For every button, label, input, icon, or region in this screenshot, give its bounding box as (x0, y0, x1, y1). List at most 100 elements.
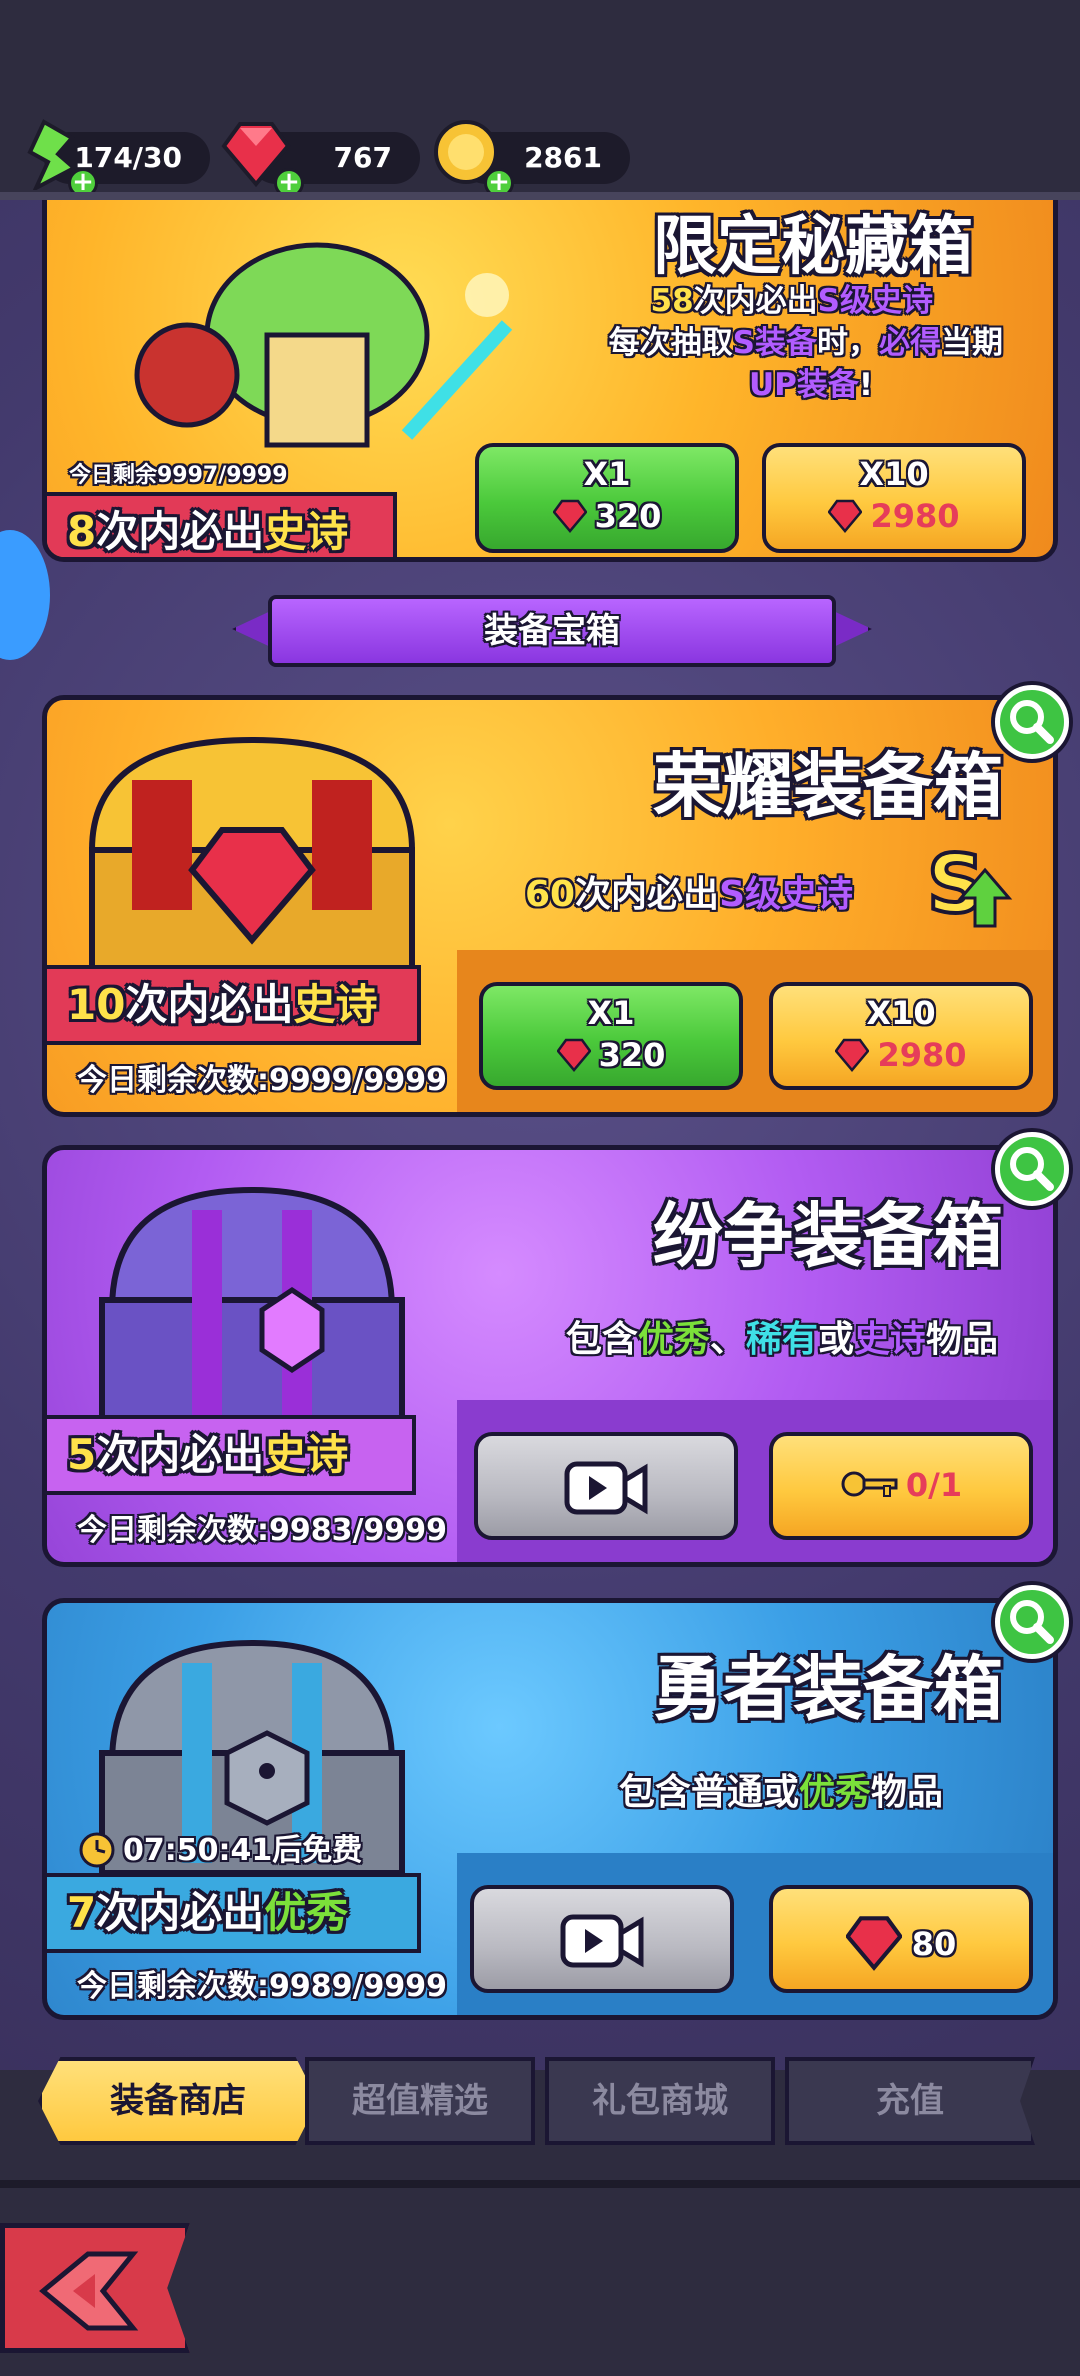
ruby-icon (835, 1038, 870, 1072)
strife-desc-hl1: 优秀 (637, 1319, 710, 1360)
brave-price: 80 (773, 1915, 1029, 1971)
tab-gift-mall-label: 礼包商城 (592, 2081, 728, 2121)
strife-desc-hl2: 稀有 (745, 1319, 818, 1360)
limited-line1-mid: 次内必出 (693, 283, 818, 319)
glory-ribbon-hl: 史诗 (293, 980, 378, 1029)
limited-ribbon-num: 8 (67, 507, 97, 556)
brave-desc-a: 包含 (618, 1772, 691, 1813)
brave-info-search-icon[interactable] (995, 1585, 1069, 1659)
brave-chest-desc: 包含普通或优秀物品 (619, 1763, 943, 1815)
limited-line3-hl: UP装备 (748, 367, 859, 403)
side-float-button[interactable] (0, 530, 50, 660)
glory-draw-x1-button[interactable]: X1 320 (479, 982, 743, 1090)
limited-x10-price: 2980 (766, 497, 1022, 535)
strife-chest-card: 纷争装备箱 包含优秀、稀有或史诗物品 5次内必出史诗 今日剩余次数:9983/9… (42, 1145, 1058, 1567)
strife-info-search-icon[interactable] (995, 1132, 1069, 1206)
strife-watch-ad-button[interactable] (474, 1432, 738, 1540)
brave-watch-ad-button[interactable] (470, 1885, 734, 1993)
strife-chest-desc: 包含优秀、稀有或史诗物品 (566, 1310, 998, 1362)
limited-ribbon-mid: 次内必出 (96, 507, 265, 556)
strife-desc-sep: 、 (709, 1319, 746, 1360)
tab-recharge[interactable]: 充值 (785, 2057, 1035, 2145)
limited-line2-c: 当期 (941, 325, 1003, 361)
glory-draw-x10-button[interactable]: X10 2980 (769, 982, 1033, 1090)
strife-desc-a: 包含 (565, 1319, 638, 1360)
strife-key-count: 0/1 (773, 1464, 1029, 1504)
glory-x1-price-value: 320 (598, 1036, 666, 1074)
strife-key-count-value: 0/1 (905, 1466, 963, 1504)
glory-ribbon-mid: 次内必出 (125, 980, 294, 1029)
brave-ribbon-num: 7 (67, 1888, 97, 1937)
glory-guarantee-ribbon: 10次内必出史诗 (47, 965, 421, 1045)
ruby-icon (844, 1916, 903, 1971)
tab-value-picks-label: 超值精选 (352, 2081, 488, 2121)
shop-tab-bar: 装备商店 超值精选 礼包商城 充值 (0, 2045, 1080, 2155)
brave-desc-c: 物品 (870, 1772, 943, 1813)
ruby-counter[interactable]: + 767 (221, 122, 420, 198)
section-title: 装备宝箱 (268, 595, 836, 667)
strife-remain: 今日剩余次数:9983/9999 (77, 1513, 447, 1548)
limited-x10-price-value: 2980 (870, 497, 960, 535)
energy-counter[interactable]: + 174/30 (27, 119, 210, 198)
brave-buy-button[interactable]: 80 (769, 1885, 1033, 1993)
tab-recharge-label: 充值 (876, 2081, 944, 2121)
glory-ribbon-num: 10 (67, 980, 126, 1029)
strife-guarantee-ribbon: 5次内必出史诗 (47, 1415, 416, 1495)
strife-ribbon-num: 5 (67, 1430, 97, 1479)
back-button[interactable] (0, 2223, 190, 2353)
limited-chest-title: 限定秘藏箱 (653, 210, 973, 284)
limited-chest-card: 限定秘藏箱 58次内必出S级史诗 每次抽取S装备时，必得当期 UP装备! 今日剩… (42, 200, 1058, 562)
strife-key-open-button[interactable]: 0/1 (769, 1432, 1033, 1540)
ruby-icon (552, 499, 587, 533)
tab-value-picks[interactable]: 超值精选 (305, 2057, 535, 2145)
glory-remain: 今日剩余次数:9999/9999 (77, 1063, 447, 1098)
limited-line2-a: 每次抽取 (608, 325, 733, 361)
gold-counter[interactable]: + 2861 (434, 120, 630, 198)
s-rank-up-icon: S (925, 840, 1013, 930)
ruby-value: 767 (333, 141, 392, 174)
glory-desc-mid: 次内必出 (575, 874, 720, 915)
glory-chest-card: 荣耀装备箱 60次内必出S级史诗 S 10次内必出史诗 今日剩余次数:9999/… (42, 695, 1058, 1117)
limited-draw-x10-button[interactable]: X10 2980 (762, 443, 1026, 553)
brave-free-timer: 07:50:41后免费 (77, 1825, 362, 1870)
brave-timer-text: 07:50:41后免费 (123, 1833, 363, 1868)
strife-ribbon-mid: 次内必出 (96, 1430, 265, 1479)
brave-ribbon-hl: 优秀 (264, 1888, 349, 1937)
bottom-nav (0, 2180, 1080, 2376)
glory-desc-hl: S级史诗 (719, 874, 853, 915)
brave-chest-card: 勇者装备箱 包含普通或优秀物品 07:50:41后免费 7次内必出优秀 今日剩余… (42, 1598, 1058, 2020)
energy-value: 174/30 (74, 141, 182, 174)
brave-remain: 今日剩余次数:9989/9999 (77, 1969, 447, 2004)
brave-desc-b: 或 (762, 1772, 799, 1813)
glory-desc-num: 60 (524, 874, 576, 915)
glory-x10-price-value: 2980 (877, 1036, 967, 1074)
glory-x1-label: X1 (587, 994, 635, 1032)
strife-desc-hl3: 史诗 (853, 1319, 926, 1360)
return-arrow-icon (39, 2251, 139, 2331)
resource-bar: + 174/30 + 767 + 2861 (0, 0, 1080, 205)
topbar-divider (0, 192, 1080, 200)
video-camera-icon (564, 1461, 648, 1515)
glory-chest-desc: 60次内必出S级史诗 (525, 865, 853, 917)
brave-desc-hl2: 优秀 (798, 1772, 871, 1813)
glory-x10-label: X10 (866, 994, 936, 1032)
limited-draw-x1-button[interactable]: X1 320 (475, 443, 739, 553)
tab-equipment-shop[interactable]: 装备商店 (38, 2057, 318, 2145)
shop-scroll-area[interactable]: 限定秘藏箱 58次内必出S级史诗 每次抽取S装备时，必得当期 UP装备! 今日剩… (0, 200, 1080, 2070)
limited-line2-b: 时， (817, 325, 879, 361)
gold-value: 2861 (524, 141, 602, 174)
tab-gift-mall[interactable]: 礼包商城 (545, 2057, 775, 2145)
limited-chest-art (134, 242, 513, 448)
limited-x1-price-value: 320 (594, 497, 662, 535)
limited-x1-price: 320 (479, 497, 735, 535)
strife-ribbon-hl: 史诗 (264, 1430, 349, 1479)
glory-chest-title: 荣耀装备箱 (653, 745, 1003, 827)
ruby-icon (556, 1038, 591, 1072)
limited-chest-line1: 58次内必出S级史诗 (651, 275, 933, 320)
strife-desc-c: 物品 (925, 1319, 998, 1360)
strife-chest-title: 纷争装备箱 (653, 1195, 1003, 1277)
strife-desc-b: 或 (817, 1319, 854, 1360)
clock-icon (79, 1832, 115, 1868)
glory-info-search-icon[interactable] (995, 685, 1069, 759)
limited-x10-label: X10 (859, 455, 929, 493)
